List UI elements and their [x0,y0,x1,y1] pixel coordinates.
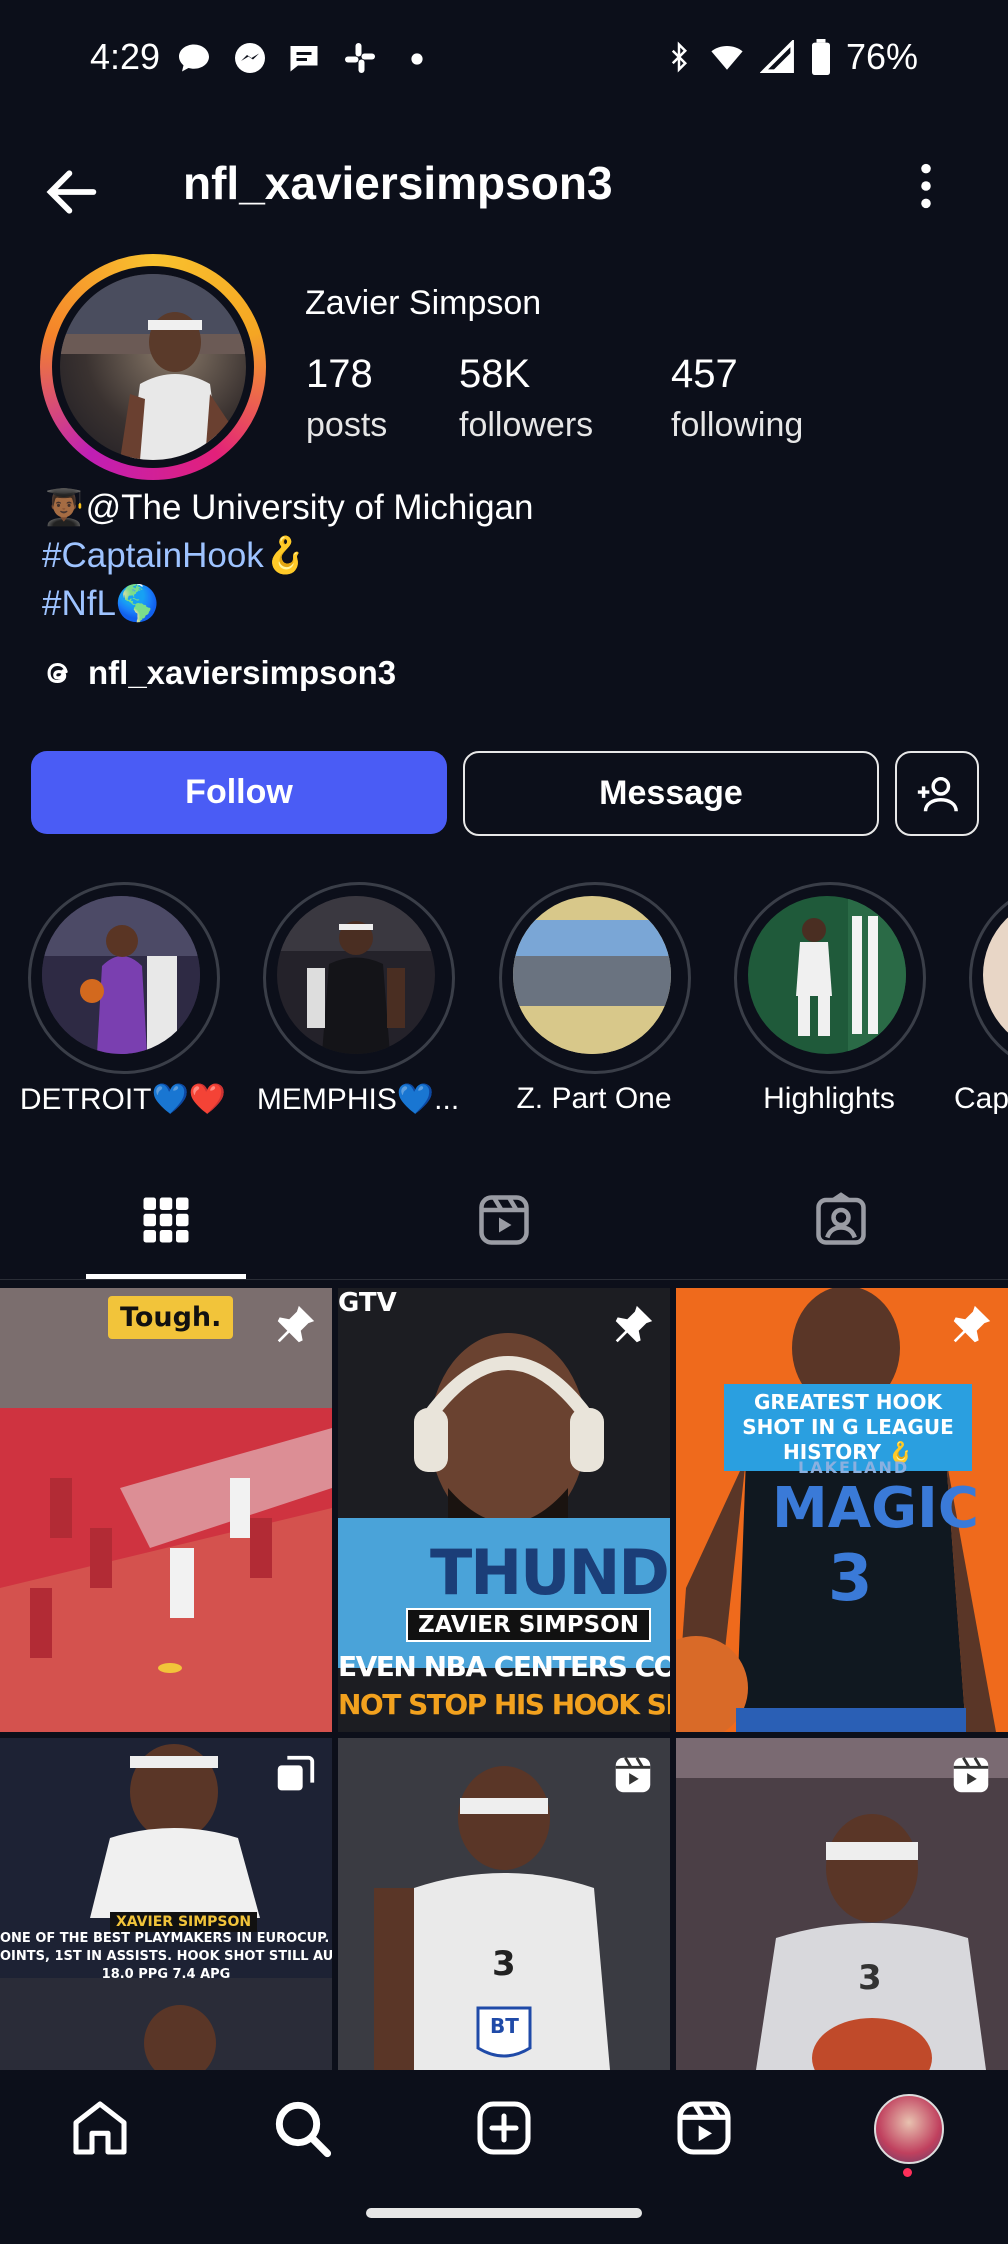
reels-tab-icon[interactable] [474,1190,534,1250]
bio: 👨🏾‍🎓@The University of Michigan #Captain… [42,484,534,628]
post-3-jersey-team: LAKELAND [798,1458,910,1477]
highlight-detroit-label: DETROIT💙❤️ [19,1083,227,1116]
post-6-number: 3 [858,1958,882,1998]
highlight-highlights-image [748,896,906,1054]
post-tile[interactable]: GREATEST HOOK SHOT IN G LEAGUE HISTORY 🪝… [676,1288,1008,1732]
highlight-cap[interactable] [969,882,1008,1074]
profile-avatar[interactable] [60,274,246,460]
post-5-number: 3 [492,1944,516,1984]
highlight-highlights-label: Highlights [763,1082,895,1115]
post-2-logo: GTV [338,1288,397,1318]
display-name: Zavier Simpson [305,284,542,322]
bluetooth-icon [671,41,687,73]
following-count[interactable]: 457 [671,352,738,397]
notification-dot-icon [411,53,423,65]
avatar-photo [60,274,246,460]
followers-count[interactable]: 58K [459,352,530,397]
tabs-divider [0,1279,1008,1280]
search-icon[interactable] [270,2096,334,2160]
highlight-memphis-image [277,896,435,1054]
post-tile[interactable]: 3 [676,1738,1008,2070]
following-label[interactable]: following [671,406,803,445]
post-tile[interactable]: XAVIER SIMPSON ONE OF THE BEST PLAYMAKER… [0,1738,332,2070]
home-indicator[interactable] [366,2208,642,2218]
add-user-icon [917,776,958,811]
carousel-icon [277,1755,315,1791]
post-2-name: ZAVIER SIMPSON [406,1608,651,1642]
post-5-sponsor: BT [490,2014,519,2038]
grid-tab-icon[interactable] [136,1190,196,1250]
highlight-z-part-one-image [513,896,671,1054]
create-post-icon[interactable] [472,2096,536,2160]
pinned-icon [277,1305,315,1343]
post-1-image [0,1288,332,1732]
post-tile[interactable]: 3 BT [338,1738,670,2070]
post-1-tag: Tough. [108,1296,234,1339]
pinned-icon [615,1305,653,1343]
post-3-jersey: MAGIC [772,1476,979,1541]
reels-icon[interactable] [672,2096,736,2160]
threads-link[interactable]: nfl_xaviersimpson3 [42,654,396,692]
battery-percent: 76% [845,36,918,77]
highlight-highlights[interactable] [734,882,926,1074]
suggested-users-button[interactable] [895,751,979,836]
post-4-caption: ONE OF THE BEST PLAYMAKERS IN EUROCUP. T… [0,1931,332,1982]
tagged-tab-icon[interactable] [811,1190,871,1250]
signal-icon [759,40,794,73]
bio-line-school[interactable]: 👨🏾‍🎓@The University of Michigan [42,484,534,532]
status-right: 76% [664,36,918,78]
followers-label[interactable]: followers [459,406,593,445]
post-tile[interactable]: Tough. [0,1288,332,1732]
home-icon[interactable] [68,2096,132,2160]
highlight-z-part-one-label: Z. Part One [516,1082,672,1115]
status-time: 4:29 [90,36,161,77]
highlight-detroit[interactable] [28,882,220,1074]
reel-icon [953,1757,989,1793]
follow-button[interactable]: Follow [31,751,447,834]
message-square-icon [290,46,318,72]
wifi-icon [711,46,743,70]
posts-label[interactable]: posts [306,406,387,445]
more-options-icon[interactable] [900,160,952,212]
messenger-icon [235,43,265,73]
status-bar: 4:29 76% [0,0,1008,120]
threads-handle: nfl_xaviersimpson3 [88,654,397,691]
slack-icon [345,43,375,73]
threads-icon [47,662,68,684]
bio-hashtag-nfl[interactable]: #NfL🌎 [42,580,534,628]
post-tile[interactable]: GTV THUNDER ZAVIER SIMPSON EVEN NBA CENT… [338,1288,670,1732]
post-3-number: 3 [828,1542,873,1616]
chat-bubble-icon [179,44,209,72]
highlight-memphis[interactable] [263,882,455,1074]
post-4-name: XAVIER SIMPSON [110,1912,258,1932]
notification-dot [903,2168,912,2177]
reel-icon [615,1757,651,1793]
pinned-icon [953,1305,991,1343]
post-2-jersey: THUNDER [430,1536,670,1609]
post-2-headline: EVEN NBA CENTERS COULD NOT STOP HIS HOOK… [338,1650,670,1721]
highlight-detroit-image [42,896,200,1054]
highlight-z-part-one[interactable] [499,882,691,1074]
posts-count[interactable]: 178 [306,352,373,397]
highlight-cap-label: Cap [954,1082,1008,1115]
battery-icon [811,39,830,75]
profile-nav-avatar[interactable] [874,2094,944,2164]
highlight-memphis-label: MEMPHIS💙... [256,1083,460,1116]
message-button[interactable]: Message [463,751,879,836]
bio-hashtag-captainhook[interactable]: #CaptainHook🪝 [42,532,534,580]
back-arrow-icon[interactable] [40,160,104,224]
profile-username-title: nfl_xaviersimpson3 [183,157,613,209]
